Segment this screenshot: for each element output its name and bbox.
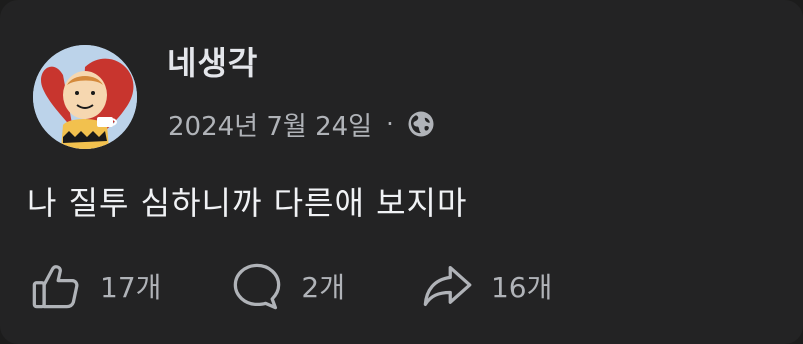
- post-meta: 2024년 7월 24일 ·: [168, 104, 436, 144]
- avatar-illustration: [33, 45, 137, 149]
- action-bar: 17개 2개 16개: [30, 258, 552, 314]
- post-date[interactable]: 2024년 7월 24일: [168, 106, 372, 143]
- thumbs-up-icon: [32, 265, 79, 309]
- author-name[interactable]: 네생각: [167, 38, 258, 84]
- speech-bubble-icon: [234, 263, 281, 310]
- post-card: 네생각 2024년 7월 24일 · 나 질투 심하니까 다른애 보지마 17개…: [0, 0, 803, 344]
- like-count: 17개: [100, 271, 162, 304]
- avatar[interactable]: [33, 45, 137, 149]
- share-count: 16개: [490, 271, 553, 304]
- comment-count: 2개: [301, 271, 345, 304]
- share-button[interactable]: 16개: [421, 260, 552, 312]
- post-text: 나 질투 심하니까 다른애 보지마: [27, 184, 468, 222]
- comment-button[interactable]: 2개: [231, 260, 345, 312]
- share-arrow-icon: [423, 265, 472, 307]
- globe-icon[interactable]: [406, 109, 436, 139]
- meta-separator: ·: [386, 110, 394, 138]
- like-button[interactable]: 17개: [30, 260, 161, 312]
